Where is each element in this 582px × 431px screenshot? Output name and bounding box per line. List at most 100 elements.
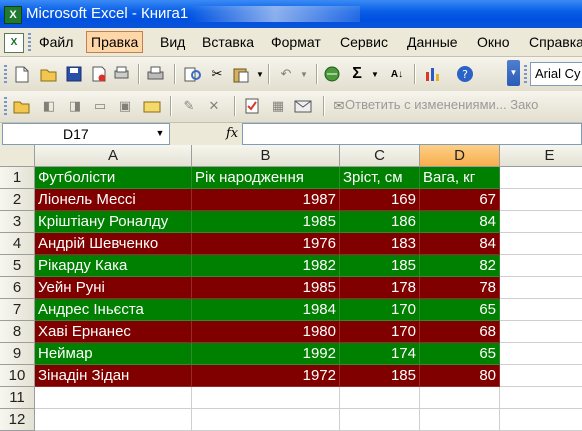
menu-grip[interactable]: [28, 33, 31, 51]
save-icon[interactable]: [65, 65, 83, 83]
cell-e8[interactable]: [500, 321, 582, 343]
cell-a10[interactable]: Зінадін Зідан: [35, 365, 192, 387]
undo-icon[interactable]: ↶: [277, 65, 295, 83]
row-header-10[interactable]: 10: [0, 365, 35, 387]
permission-icon[interactable]: [90, 65, 108, 83]
cell-d3[interactable]: 84: [420, 211, 500, 233]
column-header-c[interactable]: C: [340, 145, 420, 167]
cell-b12[interactable]: [192, 409, 340, 431]
cell-c4[interactable]: 183: [340, 233, 420, 255]
toolbar-grip[interactable]: [524, 65, 527, 83]
research-icon[interactable]: [184, 65, 202, 83]
hyperlink-icon[interactable]: [323, 65, 341, 83]
name-box[interactable]: D17 ▼: [2, 123, 170, 145]
reply-with-changes-label[interactable]: Ответить с изменениями... Зако: [345, 97, 538, 112]
cell-e7[interactable]: [500, 299, 582, 321]
menu-edit[interactable]: Правка: [86, 31, 144, 53]
cell-b11[interactable]: [192, 387, 340, 409]
menu-file[interactable]: Файл: [35, 32, 77, 52]
select-all-corner[interactable]: [0, 145, 35, 167]
column-header-b[interactable]: B: [192, 145, 340, 167]
toolbar-grip[interactable]: [4, 97, 7, 115]
cell-e12[interactable]: [500, 409, 582, 431]
row-header-6[interactable]: 6: [0, 277, 35, 299]
row-header-4[interactable]: 4: [0, 233, 35, 255]
show-all-comments-icon[interactable]: ▣: [116, 97, 134, 115]
toolbar-grip[interactable]: [4, 65, 7, 83]
menu-insert[interactable]: Вставка: [198, 32, 258, 52]
open-icon[interactable]: [40, 65, 58, 83]
column-header-d[interactable]: D: [420, 145, 500, 167]
cell-a7[interactable]: Андрес Іньєста: [35, 299, 192, 321]
cell-c11[interactable]: [340, 387, 420, 409]
chart-wizard-icon[interactable]: [424, 65, 442, 83]
menu-help[interactable]: Справка: [525, 32, 582, 52]
cell-c1[interactable]: Зріст, см: [340, 167, 420, 189]
cell-e1[interactable]: [500, 167, 582, 189]
cell-c10[interactable]: 185: [340, 365, 420, 387]
paste-dropdown-icon[interactable]: ▼: [251, 65, 269, 83]
cell-d2[interactable]: 67: [420, 189, 500, 211]
cell-e2[interactable]: [500, 189, 582, 211]
toolbar-options-chevron-icon[interactable]: ▼: [507, 60, 520, 86]
cut-icon[interactable]: ✂: [208, 65, 226, 83]
menu-data[interactable]: Данные: [403, 32, 462, 52]
insert-function-icon[interactable]: fx: [226, 126, 238, 141]
help-icon[interactable]: ?: [456, 65, 474, 83]
cell-c2[interactable]: 169: [340, 189, 420, 211]
excel-app-icon[interactable]: X: [4, 6, 22, 24]
cell-a11[interactable]: [35, 387, 192, 409]
cell-c9[interactable]: 174: [340, 343, 420, 365]
cell-b1[interactable]: Рік народження: [192, 167, 340, 189]
highlight-changes-icon[interactable]: [143, 97, 161, 115]
ink-annotations-icon[interactable]: ✎: [180, 97, 198, 115]
cell-e9[interactable]: [500, 343, 582, 365]
row-header-9[interactable]: 9: [0, 343, 35, 365]
row-header-1[interactable]: 1: [0, 167, 35, 189]
new-icon[interactable]: [13, 65, 31, 83]
menu-window[interactable]: Окно: [473, 32, 514, 52]
column-header-e[interactable]: E: [500, 145, 582, 167]
print-icon[interactable]: [147, 65, 165, 83]
cell-b6[interactable]: 1985: [192, 277, 340, 299]
cell-e5[interactable]: [500, 255, 582, 277]
cell-c3[interactable]: 186: [340, 211, 420, 233]
cell-c5[interactable]: 185: [340, 255, 420, 277]
menu-format[interactable]: Формат: [267, 32, 325, 52]
next-comment-icon[interactable]: ◨: [66, 97, 84, 115]
cell-d12[interactable]: [420, 409, 500, 431]
cell-c12[interactable]: [340, 409, 420, 431]
print-preview-icon[interactable]: [113, 65, 131, 83]
row-header-8[interactable]: 8: [0, 321, 35, 343]
cell-b7[interactable]: 1984: [192, 299, 340, 321]
cell-a5[interactable]: Рікарду Кака: [35, 255, 192, 277]
show-comment-icon[interactable]: ▭: [91, 97, 109, 115]
cell-a1[interactable]: Футболісти: [35, 167, 192, 189]
formula-input[interactable]: [242, 123, 582, 145]
cell-b9[interactable]: 1992: [192, 343, 340, 365]
cell-d6[interactable]: 78: [420, 277, 500, 299]
cell-b8[interactable]: 1980: [192, 321, 340, 343]
cell-d5[interactable]: 82: [420, 255, 500, 277]
cell-d8[interactable]: 68: [420, 321, 500, 343]
cell-c8[interactable]: 170: [340, 321, 420, 343]
cell-b2[interactable]: 1987: [192, 189, 340, 211]
autosum-icon[interactable]: Σ: [348, 65, 366, 83]
row-header-7[interactable]: 7: [0, 299, 35, 321]
undo-dropdown-icon[interactable]: ▼: [295, 65, 313, 83]
cell-b3[interactable]: 1985: [192, 211, 340, 233]
name-box-dropdown-icon[interactable]: ▼: [153, 125, 167, 141]
column-header-a[interactable]: A: [35, 145, 192, 167]
cell-e6[interactable]: [500, 277, 582, 299]
cell-d11[interactable]: [420, 387, 500, 409]
row-header-12[interactable]: 12: [0, 409, 35, 431]
cell-e11[interactable]: [500, 387, 582, 409]
font-name-select[interactable]: Arial Cy: [530, 62, 582, 86]
cell-d10[interactable]: 80: [420, 365, 500, 387]
paste-icon[interactable]: [232, 65, 250, 83]
workbook-icon[interactable]: X: [4, 33, 24, 53]
previous-comment-icon[interactable]: ◧: [40, 97, 58, 115]
cell-d9[interactable]: 65: [420, 343, 500, 365]
cell-a12[interactable]: [35, 409, 192, 431]
delete-ink-icon[interactable]: ✕: [205, 97, 223, 115]
